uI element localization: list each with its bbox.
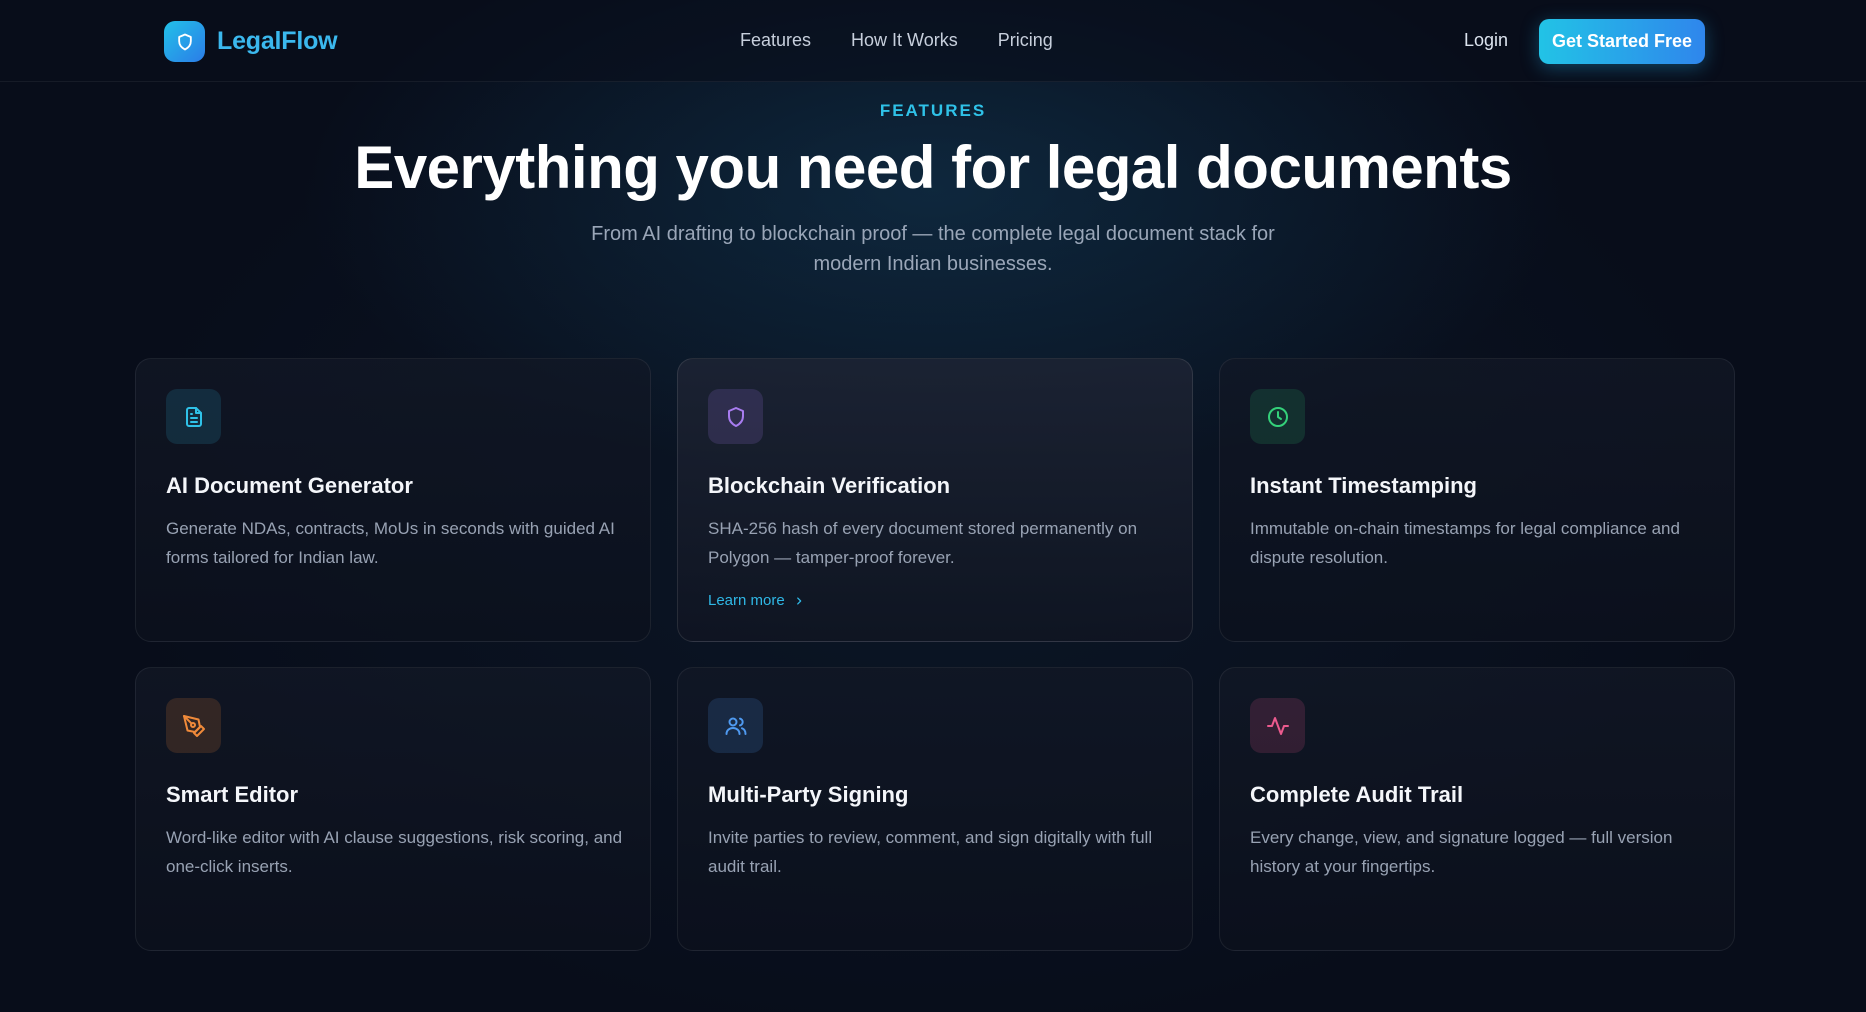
- feature-description: Generate NDAs, contracts, MoUs in second…: [166, 519, 615, 567]
- shield-icon: [708, 389, 763, 444]
- feature-card-complete-audit-trail[interactable]: Complete Audit Trail Every change, view,…: [1219, 667, 1735, 951]
- document-icon: [166, 389, 221, 444]
- nav-links: Features How It Works Pricing: [740, 30, 1093, 51]
- feature-title: Complete Audit Trail: [1250, 782, 1464, 807]
- nav-link-pricing[interactable]: Pricing: [998, 30, 1053, 51]
- clock-icon: [1250, 389, 1305, 444]
- feature-description: SHA-256 hash of every document stored pe…: [708, 519, 1138, 567]
- pen-tool-icon: [166, 698, 221, 753]
- feature-description: Word-like editor with AI clause suggesti…: [166, 828, 623, 876]
- brand-home-link[interactable]: LegalFlow: [164, 21, 338, 62]
- feature-title: Instant Timestamping: [1250, 473, 1477, 498]
- section-eyebrow: FEATURES: [879, 101, 987, 120]
- users-icon: [708, 698, 763, 753]
- nav-link-features[interactable]: Features: [740, 30, 811, 51]
- feature-card-blockchain-verification[interactable]: Blockchain Verification SHA-256 hash of …: [677, 358, 1193, 642]
- feature-description: Invite parties to review, comment, and s…: [708, 828, 1153, 876]
- feature-card-smart-editor[interactable]: Smart Editor Word-like editor with AI cl…: [135, 667, 651, 951]
- feature-description: Every change, view, and signature logged…: [1250, 828, 1673, 876]
- feature-title: Blockchain Verification: [708, 473, 951, 498]
- nav-link-how-it-works[interactable]: How It Works: [851, 30, 958, 51]
- features-page: LegalFlow Features How It Works Pricing …: [0, 0, 1866, 1012]
- section-subtitle: From AI drafting to blockchain proof — t…: [591, 223, 1275, 275]
- feature-card-multi-party-signing[interactable]: Multi-Party Signing Invite parties to re…: [677, 667, 1193, 951]
- shield-icon: [164, 21, 205, 62]
- chevron-right-icon: [794, 596, 804, 606]
- brand-name: LegalFlow: [217, 27, 338, 55]
- top-navbar: LegalFlow Features How It Works Pricing …: [0, 0, 1866, 82]
- feature-title: Smart Editor: [166, 782, 299, 807]
- section-title: Everything you need for legal documents: [354, 134, 1512, 201]
- feature-description: Immutable on-chain timestamps for legal …: [1250, 519, 1680, 567]
- activity-icon: [1250, 698, 1305, 753]
- learn-more-link[interactable]: Learn more: [708, 592, 804, 609]
- feature-card-ai-document-generator[interactable]: AI Document Generator Generate NDAs, con…: [135, 358, 651, 642]
- get-started-button[interactable]: Get Started Free: [1539, 19, 1705, 64]
- learn-more-label: Learn more: [708, 592, 785, 609]
- feature-card-instant-timestamping[interactable]: Instant Timestamping Immutable on-chain …: [1219, 358, 1735, 642]
- login-link[interactable]: Login: [1464, 30, 1508, 51]
- feature-title: Multi-Party Signing: [708, 782, 909, 807]
- feature-title: AI Document Generator: [166, 473, 413, 498]
